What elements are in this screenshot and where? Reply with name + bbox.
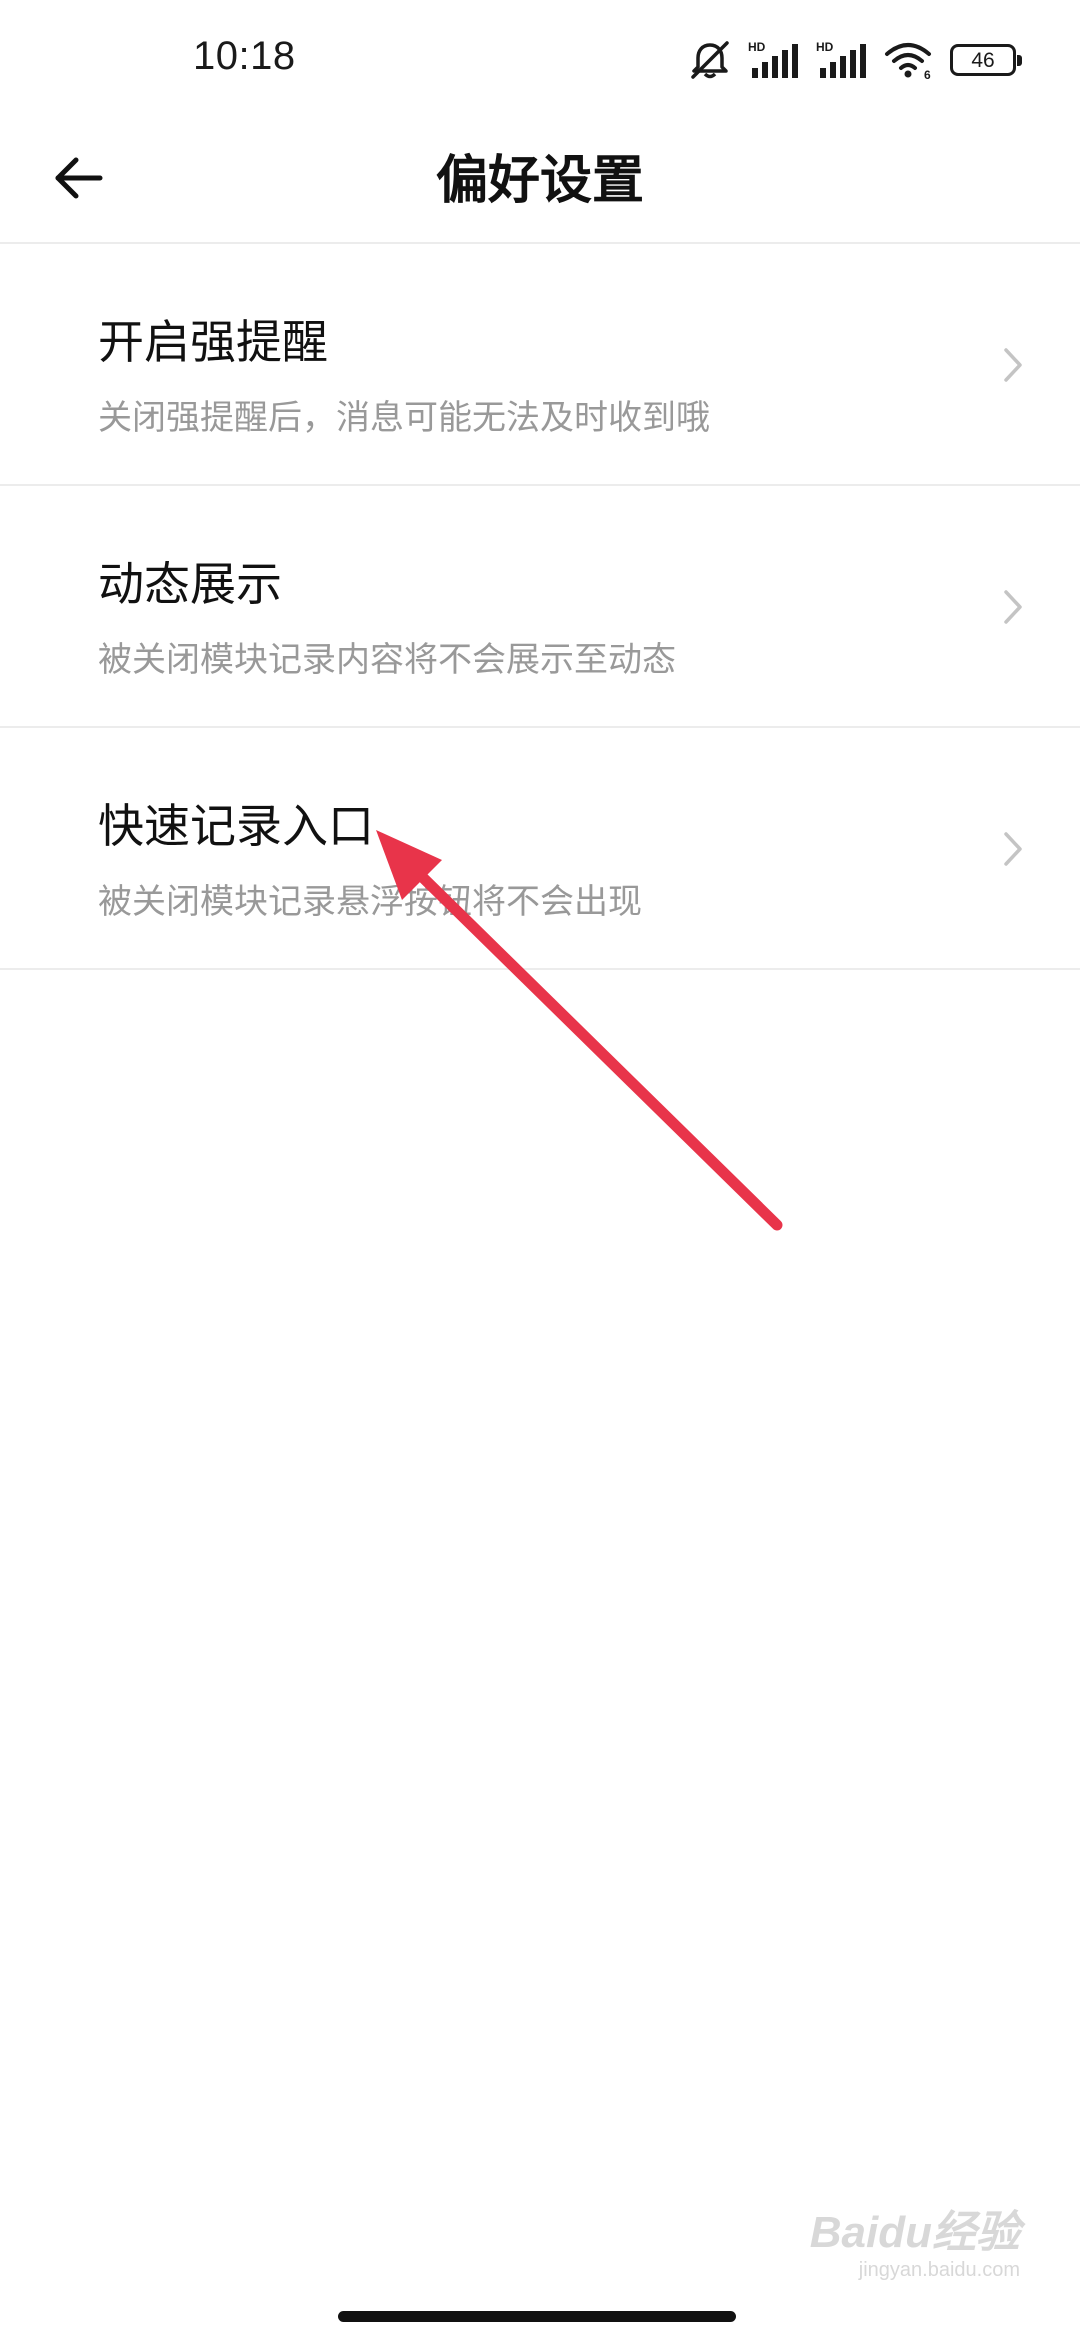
mute-bell-icon <box>688 39 732 81</box>
watermark-url: jingyan.baidu.com <box>858 2259 1020 2281</box>
header: 偏好设置 <box>0 120 1080 244</box>
hd-signal-icon: HD <box>816 40 868 80</box>
svg-text:HD: HD <box>748 40 766 54</box>
watermark-logo: Baidu经验 <box>809 2208 1020 2257</box>
chevron-right-icon <box>998 584 1028 630</box>
svg-text:6: 6 <box>924 68 931 80</box>
page-title: 偏好设置 <box>435 151 644 211</box>
home-indicator[interactable] <box>338 2311 736 2322</box>
wifi-icon: 6 <box>884 40 934 80</box>
battery-icon: 46 <box>950 44 1022 76</box>
status-bar: 10:18 HD HD 6 46 <box>0 0 1080 120</box>
hd-signal-icon: HD <box>748 40 800 80</box>
settings-list: 开启强提醒 关闭强提醒后，消息可能无法及时收到哦 动态展示 被关闭模块记录内容将… <box>0 244 1080 970</box>
item-title: 动态展示 <box>98 557 282 611</box>
settings-item-feed-display[interactable]: 动态展示 被关闭模块记录内容将不会展示至动态 <box>0 486 1080 728</box>
item-description: 被关闭模块记录内容将不会展示至动态 <box>98 640 676 680</box>
item-description: 关闭强提醒后，消息可能无法及时收到哦 <box>98 398 710 438</box>
item-title: 快速记录入口 <box>98 799 374 853</box>
settings-item-quick-record-entry[interactable]: 快速记录入口 被关闭模块记录悬浮按钮将不会出现 <box>0 728 1080 970</box>
item-description: 被关闭模块记录悬浮按钮将不会出现 <box>98 882 642 922</box>
battery-level: 46 <box>971 48 995 72</box>
settings-item-strong-reminder[interactable]: 开启强提醒 关闭强提醒后，消息可能无法及时收到哦 <box>0 244 1080 486</box>
status-icons: HD HD 6 46 <box>688 38 1022 82</box>
svg-text:HD: HD <box>816 40 834 54</box>
baidu-watermark: Baidu经验 jingyan.baidu.com <box>810 2211 1020 2282</box>
preferences-screen: 10:18 HD HD 6 46 偏好设置 开启强提醒 关闭强提醒后，消息可能无… <box>0 0 1080 2340</box>
status-time: 10:18 <box>193 34 296 78</box>
item-title: 开启强提醒 <box>98 315 328 369</box>
chevron-right-icon <box>998 826 1028 872</box>
chevron-right-icon <box>998 342 1028 388</box>
